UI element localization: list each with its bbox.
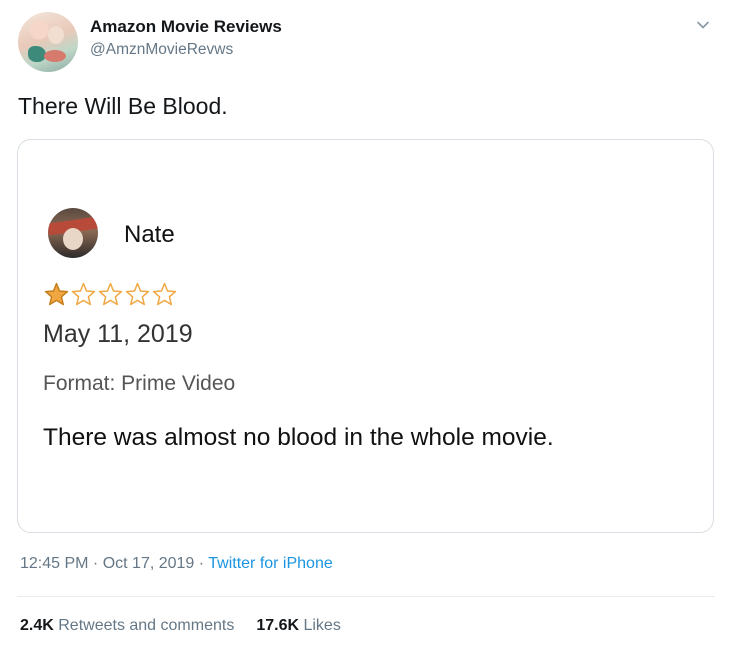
review-body: There was almost no blood in the whole m… xyxy=(43,424,554,451)
tweet: Amazon Movie Reviews @AmznMovieRevws The… xyxy=(0,0,732,655)
likes-stat[interactable]: 17.6K Likes xyxy=(256,617,341,634)
tweet-source-link[interactable]: Twitter for iPhone xyxy=(208,555,333,572)
review-format: Format: Prime Video xyxy=(43,372,236,395)
tweet-text: There Will Be Blood. xyxy=(18,93,228,119)
likes-count: 17.6K xyxy=(256,617,300,634)
author-handle[interactable]: @AmznMovieRevws xyxy=(90,41,233,59)
reviewer-name: Nate xyxy=(124,221,175,248)
star-empty-icon xyxy=(71,282,96,306)
review-screenshot-card[interactable]: Nate May 11, 2019 Format: Prime Video Th… xyxy=(17,139,714,533)
review-date: May 11, 2019 xyxy=(43,320,193,348)
reviewer-avatar xyxy=(48,208,98,258)
retweets-label: Retweets and comments xyxy=(53,617,235,634)
star-rating xyxy=(43,282,178,306)
chevron-down-icon[interactable] xyxy=(696,18,710,32)
author-display-name[interactable]: Amazon Movie Reviews xyxy=(90,17,282,37)
divider xyxy=(17,596,715,597)
retweets-count: 2.4K xyxy=(20,617,54,634)
star-filled-icon xyxy=(44,282,69,306)
star-empty-icon xyxy=(125,282,150,306)
avatar-detail xyxy=(48,26,64,44)
tweet-stats: 2.4K Retweets and comments 17.6K Likes xyxy=(20,617,341,635)
likes-label: Likes xyxy=(299,617,341,634)
tweet-timestamp[interactable]: 12:45 PM · Oct 17, 2019 · xyxy=(20,555,208,572)
tweet-meta: 12:45 PM · Oct 17, 2019 · Twitter for iP… xyxy=(20,555,333,573)
author-avatar[interactable] xyxy=(18,12,78,72)
retweets-stat[interactable]: 2.4K Retweets and comments xyxy=(20,617,234,634)
avatar-detail xyxy=(44,50,66,62)
star-empty-icon xyxy=(152,282,177,306)
avatar-detail xyxy=(63,228,83,250)
star-empty-icon xyxy=(98,282,123,306)
